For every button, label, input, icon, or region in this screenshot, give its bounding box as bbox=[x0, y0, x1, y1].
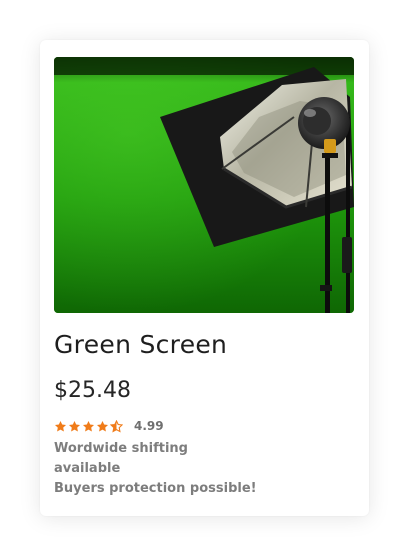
star-icon bbox=[96, 420, 109, 431]
rating-value: 4.99 bbox=[134, 419, 164, 433]
product-title: Green Screen bbox=[54, 330, 228, 359]
buyer-protection-info: Buyers protection possible! bbox=[54, 481, 257, 496]
star-icon bbox=[82, 420, 95, 431]
star-icon bbox=[68, 420, 81, 431]
green-screen-photo bbox=[54, 57, 354, 313]
rating: 4.99 bbox=[54, 418, 164, 434]
product-card[interactable]: Green Screen $25.48 4.99 Wordwide shifti… bbox=[40, 40, 369, 516]
star-icon bbox=[54, 420, 67, 431]
product-image[interactable] bbox=[54, 57, 354, 313]
star-rating bbox=[54, 419, 124, 433]
product-price: $25.48 bbox=[54, 378, 131, 403]
shipping-info: Wordwide shifting available bbox=[54, 441, 188, 476]
star-half-icon bbox=[110, 419, 123, 432]
